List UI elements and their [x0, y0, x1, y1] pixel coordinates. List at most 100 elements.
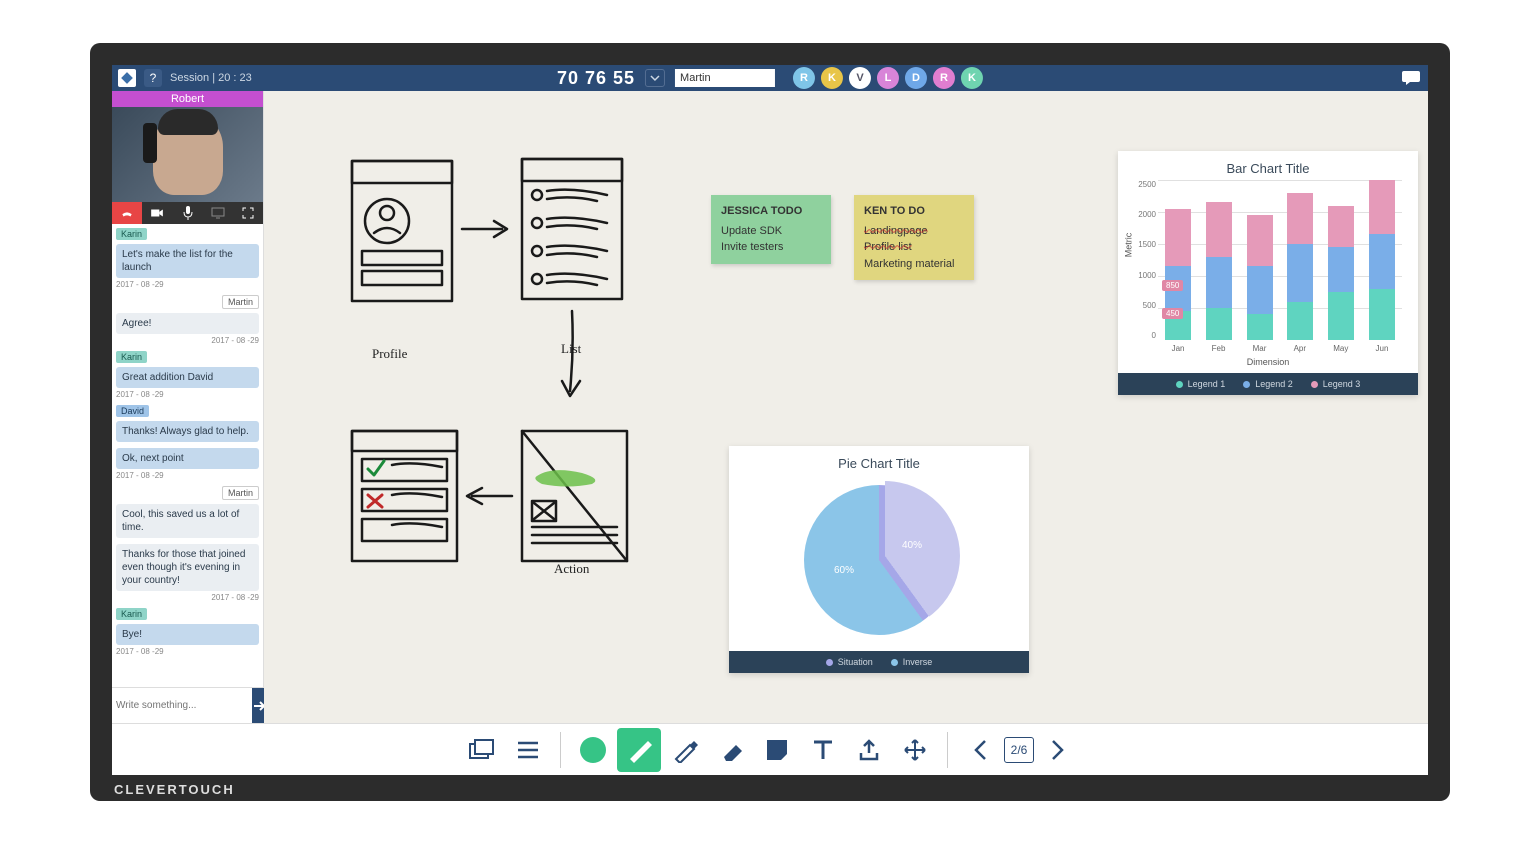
participant-avatar[interactable]: V — [849, 67, 871, 89]
next-page-button[interactable] — [1036, 728, 1080, 772]
app-logo-icon[interactable] — [118, 69, 136, 87]
chat-message: Agree! — [116, 313, 259, 334]
sticky-title: JESSICA TODO — [721, 203, 821, 220]
app-header: ? Session | 20 : 23 70 76 55 RKVLDRK — [112, 65, 1428, 91]
pie-slice-label: 60% — [834, 565, 854, 576]
chat-message: Bye! — [116, 624, 259, 645]
chat-input[interactable] — [112, 688, 252, 723]
bar-chart-legend: Legend 1 Legend 2 Legend 3 — [1118, 373, 1418, 395]
label-list: List — [561, 341, 581, 357]
sticky-line: Marketing material — [864, 256, 964, 273]
text-tool[interactable] — [801, 728, 845, 772]
legend-item: Inverse — [891, 657, 933, 667]
label-action: Action — [554, 561, 589, 577]
chat-time: 2017 - 08 -29 — [116, 336, 259, 345]
help-button[interactable]: ? — [144, 69, 162, 87]
highlighter-tool[interactable] — [663, 728, 707, 772]
bar-column — [1206, 180, 1232, 340]
sticky-line: Update SDK — [721, 223, 821, 240]
label-profile: Profile — [372, 346, 407, 362]
chat-log[interactable]: Karin Let's make the list for the launch 2… — [112, 224, 263, 687]
move-tool[interactable] — [893, 728, 937, 772]
bar-column — [1287, 180, 1313, 340]
chat-sender: David — [116, 405, 149, 417]
camera-button[interactable] — [142, 202, 172, 224]
video-controls — [112, 202, 263, 224]
chat-time: 2017 - 08 -29 — [116, 390, 259, 399]
chat-time: 2017 - 08 -29 — [116, 593, 259, 602]
pie-chart-legend: Situation Inverse — [729, 651, 1029, 673]
pie-plot: 40% 60% — [804, 485, 954, 635]
eraser-tool[interactable] — [709, 728, 753, 772]
hangup-button[interactable] — [112, 202, 142, 224]
name-input[interactable] — [675, 69, 775, 87]
legend-item: Legend 2 — [1243, 379, 1293, 389]
sticky-line: Landingpage — [864, 223, 964, 240]
sticky-note-ken[interactable]: KEN TO DO Landingpage Profile list Marke… — [854, 195, 974, 280]
participant-avatar[interactable]: K — [821, 67, 843, 89]
chat-sender: Karin — [116, 608, 147, 620]
color-picker[interactable] — [571, 728, 615, 772]
chat-time: 2017 - 08 -29 — [116, 647, 259, 656]
chat-message: Let's make the list for the launch — [116, 244, 259, 278]
bar-plot-area: 850 450 — [1158, 180, 1402, 340]
cards-icon[interactable] — [460, 728, 504, 772]
chat-sender: Martin — [222, 295, 259, 309]
chat-sender: Martin — [222, 486, 259, 500]
sticky-note-tool[interactable] — [755, 728, 799, 772]
x-axis-labels: JanFebMarAprMayJun — [1118, 340, 1418, 355]
bar-chart-card[interactable]: Bar Chart Title Metric 25002000150010005… — [1118, 151, 1418, 395]
pie-chart-title: Pie Chart Title — [729, 446, 1029, 475]
chat-message: Thanks! Always glad to help. — [116, 421, 259, 442]
chat-message: Thanks for those that joined even though… — [116, 544, 259, 591]
screenshare-button[interactable] — [203, 202, 233, 224]
participant-avatar[interactable]: K — [961, 67, 983, 89]
y-axis-ticks: 25002000150010005000 — [1126, 180, 1156, 340]
participant-avatar[interactable]: R — [933, 67, 955, 89]
bar-column — [1328, 180, 1354, 340]
participant-avatar[interactable]: L — [877, 67, 899, 89]
participant-avatar[interactable]: D — [905, 67, 927, 89]
bar-column — [1247, 180, 1273, 340]
left-panel: Robert Karin Let's make the list for the … — [112, 91, 264, 723]
sticky-line: Profile list — [864, 239, 964, 256]
sticky-note-jessica[interactable]: JESSICA TODO Update SDK Invite testers — [711, 195, 831, 264]
prev-page-button[interactable] — [958, 728, 1002, 772]
chat-message: Ok, next point — [116, 448, 259, 469]
participant-avatars: RKVLDRK — [793, 67, 983, 89]
video-caller-name: Robert — [112, 91, 263, 107]
bar-chart-title: Bar Chart Title — [1118, 151, 1418, 180]
bottom-toolbar: 2/6 — [112, 723, 1428, 775]
pie-slice-label: 40% — [902, 540, 922, 551]
pen-tool[interactable] — [617, 728, 661, 772]
participant-avatar[interactable]: R — [793, 67, 815, 89]
video-feed[interactable] — [112, 107, 263, 202]
chat-message: Great addition David — [116, 367, 259, 388]
page-indicator[interactable]: 2/6 — [1004, 737, 1035, 763]
chat-toggle-icon[interactable] — [1402, 71, 1420, 85]
bar-column — [1369, 180, 1395, 340]
code-dropdown-icon[interactable] — [645, 69, 665, 87]
device-brand: CLEVERTOUCH — [114, 782, 235, 797]
pie-chart-card[interactable]: Pie Chart Title 40% 60% Situation Inverse — [729, 446, 1029, 673]
x-axis-title: Dimension — [1118, 355, 1418, 373]
chat-message: Cool, this saved us a lot of time. — [116, 504, 259, 538]
whiteboard-canvas[interactable]: Profile List Action JESSICA TODO Update … — [264, 91, 1428, 723]
fullscreen-button[interactable] — [233, 202, 263, 224]
legend-item: Situation — [826, 657, 873, 667]
sticky-line: Invite testers — [721, 239, 821, 256]
menu-icon[interactable] — [506, 728, 550, 772]
bar-annotation: 450 — [1162, 308, 1183, 319]
session-label: Session | 20 : 23 — [170, 72, 252, 84]
chat-sender: Karin — [116, 351, 147, 363]
mic-button[interactable] — [172, 202, 202, 224]
chat-time: 2017 - 08 -29 — [116, 280, 259, 289]
bar-annotation: 850 — [1162, 280, 1183, 291]
chat-sender: Karin — [116, 228, 147, 240]
chat-time: 2017 - 08 -29 — [116, 471, 259, 480]
legend-item: Legend 1 — [1176, 379, 1226, 389]
legend-item: Legend 3 — [1311, 379, 1361, 389]
sticky-title: KEN TO DO — [864, 203, 964, 220]
session-code: 70 76 55 — [557, 68, 635, 89]
share-icon[interactable] — [847, 728, 891, 772]
